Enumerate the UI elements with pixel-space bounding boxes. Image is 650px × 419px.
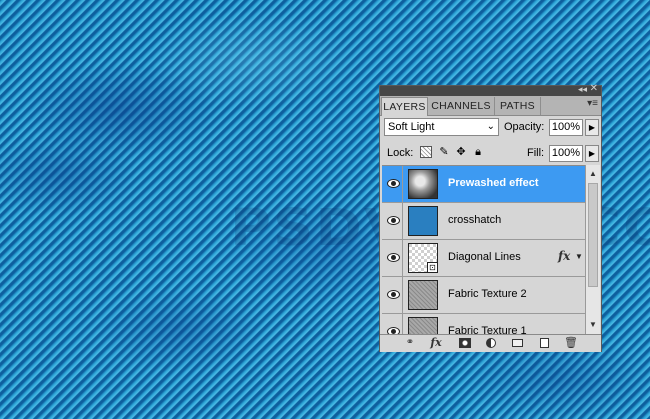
layer-thumbnail bbox=[408, 280, 438, 310]
panel-bottom-toolbar: ⚭ fx 🗑︎ bbox=[380, 334, 601, 352]
scroll-thumb[interactable] bbox=[588, 183, 598, 287]
new-layer-icon[interactable] bbox=[537, 336, 551, 350]
lock-paint-icon[interactable]: ✎ bbox=[438, 146, 450, 158]
layer-effects-icon[interactable]: fx bbox=[558, 249, 570, 263]
visibility-toggle[interactable] bbox=[382, 166, 403, 202]
layer-row[interactable]: Prewashed effect bbox=[382, 166, 585, 203]
layer-row[interactable]: ⊡ Diagonal Lines fx ▼ bbox=[382, 240, 585, 277]
fill-slider-button[interactable]: ▶ bbox=[585, 145, 599, 162]
lock-fill-row: Lock: ✎ ✥ 🔒︎ Fill: 100% ▶ bbox=[384, 144, 599, 164]
layer-thumbnail bbox=[408, 169, 438, 199]
collapse-panel-icon[interactable]: ◂◂ bbox=[578, 84, 587, 95]
scroll-down-icon[interactable]: ▼ bbox=[586, 318, 600, 332]
eye-icon bbox=[387, 253, 400, 262]
layer-name: Fabric Texture 2 bbox=[448, 288, 527, 300]
adjustment-layer-icon[interactable] bbox=[484, 336, 498, 350]
visibility-toggle[interactable] bbox=[382, 277, 403, 313]
layer-row[interactable]: Fabric Texture 2 bbox=[382, 277, 585, 314]
panel-tabs: LAYERS CHANNELS PATHS ▾≡ bbox=[380, 96, 601, 116]
close-panel-icon[interactable]: ✕ bbox=[590, 83, 598, 94]
fill-label: Fill: bbox=[527, 147, 545, 159]
visibility-toggle[interactable] bbox=[382, 240, 403, 276]
layer-thumbnail: ⊡ bbox=[408, 243, 438, 273]
visibility-toggle[interactable] bbox=[382, 314, 403, 335]
expand-effects-icon[interactable]: ▼ bbox=[575, 252, 583, 261]
layer-row[interactable]: Fabric Texture 1 bbox=[382, 314, 585, 335]
eye-icon bbox=[387, 290, 400, 299]
lock-all-icon[interactable]: 🔒︎ bbox=[472, 146, 484, 158]
layer-name: crosshatch bbox=[448, 214, 502, 226]
tab-paths[interactable]: PATHS bbox=[495, 97, 541, 115]
layer-name: Diagonal Lines bbox=[448, 251, 521, 263]
panel-menu-icon[interactable]: ▾≡ bbox=[587, 98, 598, 109]
opacity-label: Opacity: bbox=[504, 121, 545, 133]
layers-panel: ◂◂ ✕ LAYERS CHANNELS PATHS ▾≡ Soft Light… bbox=[379, 83, 602, 352]
layers-list: Prewashed effect crosshatch ⊡ Diagonal L… bbox=[382, 165, 585, 335]
opacity-input[interactable]: 100% bbox=[549, 119, 583, 136]
chevron-down-icon: ⌄ bbox=[486, 121, 495, 132]
tab-layers[interactable]: LAYERS bbox=[381, 97, 428, 116]
layer-thumbnail bbox=[408, 317, 438, 335]
lock-position-icon[interactable]: ✥ bbox=[455, 146, 467, 158]
smart-object-icon: ⊡ bbox=[427, 262, 438, 273]
layer-name: Prewashed effect bbox=[448, 177, 539, 189]
blend-mode-select[interactable]: Soft Light ⌄ bbox=[384, 118, 499, 136]
layer-row[interactable]: crosshatch bbox=[382, 203, 585, 240]
opacity-slider-button[interactable]: ▶ bbox=[585, 119, 599, 136]
visibility-toggle[interactable] bbox=[382, 203, 403, 239]
lock-transparency-icon[interactable] bbox=[420, 146, 432, 158]
lock-label: Lock: bbox=[387, 147, 414, 159]
tab-channels[interactable]: CHANNELS bbox=[428, 97, 495, 115]
link-icon[interactable]: ⚭ bbox=[400, 336, 420, 350]
layers-scrollbar[interactable]: ▲ ▼ bbox=[585, 165, 600, 334]
eye-icon bbox=[387, 216, 400, 225]
eye-icon bbox=[387, 179, 400, 188]
layer-thumbnail bbox=[408, 206, 438, 236]
blend-opacity-row: Soft Light ⌄ Opacity: 100% ▶ bbox=[384, 118, 599, 138]
fill-input[interactable]: 100% bbox=[549, 145, 583, 162]
blend-mode-value: Soft Light bbox=[388, 121, 435, 133]
folder-icon[interactable] bbox=[510, 336, 524, 350]
trash-icon[interactable]: 🗑︎ bbox=[564, 336, 578, 350]
fx-icon[interactable]: fx bbox=[428, 336, 444, 350]
layer-mask-icon[interactable] bbox=[458, 336, 472, 350]
scroll-up-icon[interactable]: ▲ bbox=[586, 167, 600, 181]
panel-titlebar: ◂◂ ✕ bbox=[380, 83, 601, 96]
